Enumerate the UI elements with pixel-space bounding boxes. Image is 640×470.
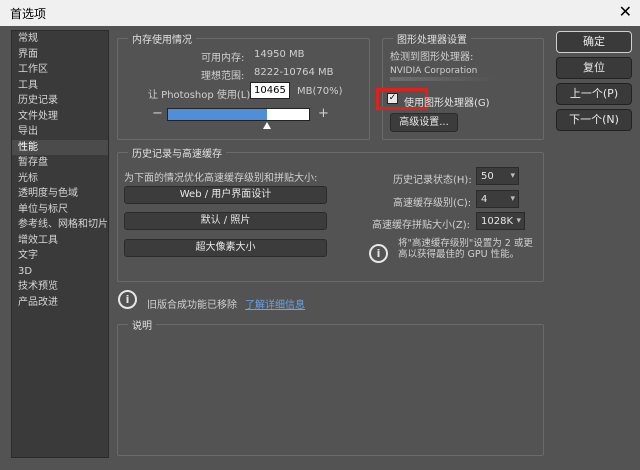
sidebar-item-interface[interactable]: 界面 [12, 47, 108, 63]
memory-usage-slider-fill [168, 109, 267, 120]
sidebar-item-scratch-disks[interactable]: 暂存盘 [12, 155, 108, 171]
history-states-select[interactable]: 50 ▾ [476, 167, 519, 185]
history-states-label: 历史记录状态(H): [393, 175, 472, 186]
cache-levels-select[interactable]: 4 ▾ [476, 190, 519, 208]
optimize-label: 为下面的情况优化高速缓存级别和拼贴大小: [124, 173, 318, 184]
reset-button[interactable]: 复位 [556, 57, 632, 79]
available-memory-label: 可用内存: [201, 53, 245, 64]
chevron-down-icon: ▾ [510, 194, 515, 204]
window-title: 首选项 [10, 7, 47, 21]
sidebar-item-workspace[interactable]: 工作区 [12, 62, 108, 78]
sidebar-item-tech-preview[interactable]: 技术预览 [12, 279, 108, 295]
memory-usage-unit: MB(70%) [297, 86, 343, 97]
preset-web-ui-button[interactable]: Web / 用户界面设计 [124, 186, 327, 204]
detected-gpu-label: 检测到图形处理器: [390, 52, 474, 63]
tile-size-select[interactable]: 1028K ▾ [476, 212, 525, 230]
description-group: 说明 [117, 317, 544, 456]
sidebar-item-plugins[interactable]: 增效工具 [12, 233, 108, 249]
available-memory-value: 14950 MB [254, 49, 305, 60]
memory-usage-title: 内存使用情况 [128, 31, 196, 46]
use-gpu-checkbox[interactable]: ✓ [387, 93, 398, 104]
sidebar-item-product-improvement[interactable]: 产品改进 [12, 295, 108, 311]
chevron-down-icon: ▾ [516, 216, 521, 226]
sidebar-item-history[interactable]: 历史记录 [12, 93, 108, 109]
learn-more-link[interactable]: 了解详细信息 [245, 296, 305, 311]
sidebar-item-general[interactable]: 常规 [12, 31, 108, 47]
plus-icon[interactable]: + [318, 106, 329, 121]
ok-button[interactable]: 确定 [556, 31, 632, 53]
sidebar-item-cursors[interactable]: 光标 [12, 171, 108, 187]
history-states-value: 50 [481, 171, 494, 182]
sidebar-item-export[interactable]: 导出 [12, 124, 108, 140]
photoshop-usage-label: 让 Photoshop 使用(L): [148, 90, 254, 101]
title-bar: 首选项 ✕ [0, 0, 640, 26]
legacy-removed-text: 旧版合成功能已移除 [147, 300, 237, 311]
gpu-name: NVIDIA Corporation [390, 66, 478, 76]
close-icon[interactable]: ✕ [619, 2, 632, 21]
preset-huge-pixel-button[interactable]: 超大像素大小 [124, 239, 327, 257]
chevron-down-icon: ▾ [510, 171, 515, 181]
sidebar-item-units-rulers[interactable]: 单位与标尺 [12, 202, 108, 218]
previous-button[interactable]: 上一个(P) [556, 83, 632, 105]
sidebar-item-tools[interactable]: 工具 [12, 78, 108, 94]
advanced-settings-button[interactable]: 高级设置... [390, 113, 458, 132]
info-icon: i [118, 290, 137, 309]
use-gpu-label[interactable]: 使用图形处理器(G) [404, 94, 490, 109]
info-icon: i [369, 244, 388, 263]
tile-size-value: 1028K [481, 216, 514, 227]
preset-default-photo-button[interactable]: 默认 / 照片 [124, 212, 327, 230]
preferences-sidebar: 常规 界面 工作区 工具 历史记录 文件处理 导出 性能 暂存盘 光标 透明度与… [11, 30, 109, 458]
sidebar-item-3d[interactable]: 3D [12, 264, 108, 280]
memory-usage-slider[interactable] [167, 108, 310, 121]
history-cache-title: 历史记录与高速缓存 [128, 145, 226, 160]
ideal-range-value: 8222-10764 MB [254, 67, 334, 78]
sidebar-item-guides-grid[interactable]: 参考线、网格和切片 [12, 217, 108, 233]
cache-levels-value: 4 [481, 194, 488, 205]
memory-usage-slider-thumb[interactable] [263, 122, 272, 129]
sidebar-item-transparency[interactable]: 透明度与色域 [12, 186, 108, 202]
gpu-settings-title: 图形处理器设置 [393, 31, 471, 46]
tile-size-label: 高速缓存拼贴大小(Z): [372, 220, 471, 231]
gpu-name-fade [390, 77, 495, 81]
next-button[interactable]: 下一个(N) [556, 109, 632, 131]
sidebar-item-file-handling[interactable]: 文件处理 [12, 109, 108, 125]
ideal-range-label: 理想范围: [201, 71, 245, 82]
cache-levels-label: 高速缓存级别(C): [393, 198, 472, 209]
description-title: 说明 [128, 317, 156, 332]
cache-note-line-2: 高以获得最佳的 GPU 性能。 [398, 249, 520, 260]
memory-usage-input[interactable]: 10465 [250, 82, 290, 99]
minus-icon[interactable]: − [152, 106, 163, 121]
sidebar-item-performance[interactable]: 性能 [12, 139, 108, 155]
sidebar-item-type[interactable]: 文字 [12, 248, 108, 264]
